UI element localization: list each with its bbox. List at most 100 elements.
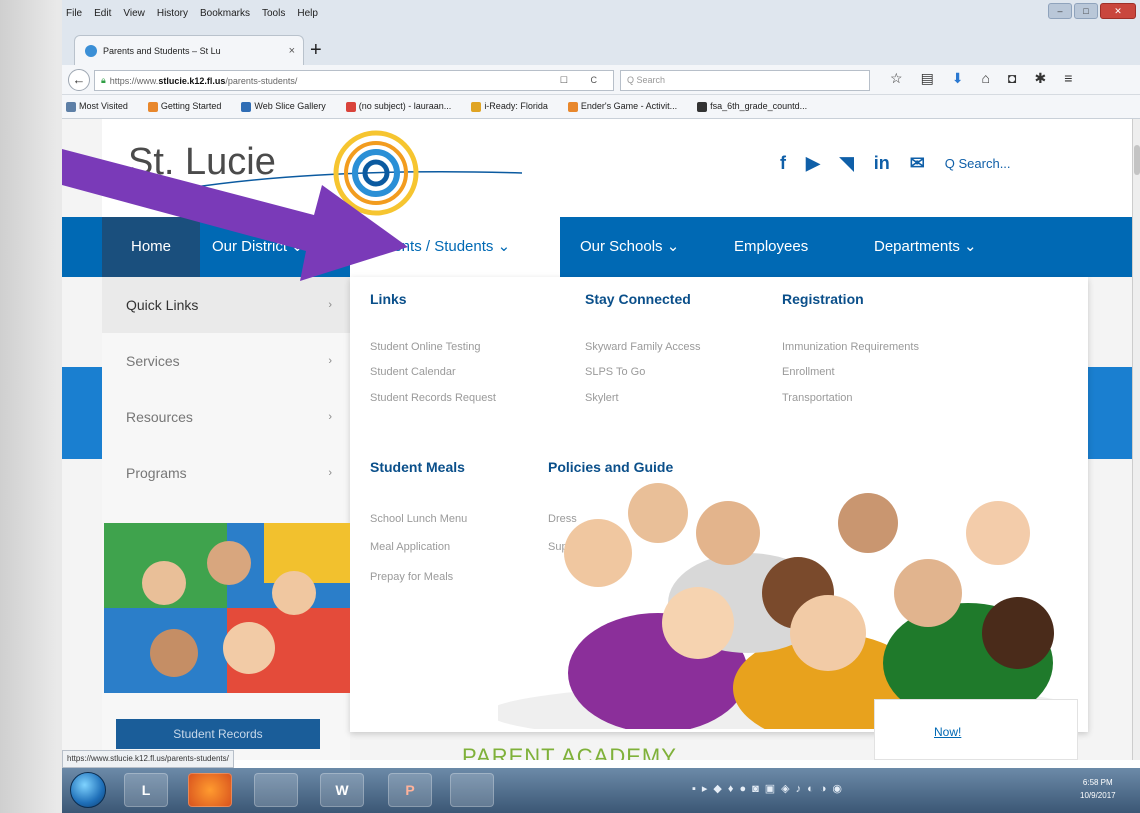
- children-circle-photo: [104, 523, 350, 693]
- now-link[interactable]: Now!: [934, 725, 961, 739]
- bookmark-label: (no subject) - lauraan...: [358, 101, 452, 112]
- bookmark-item[interactable]: fsa_6th_grade_countd...: [697, 101, 817, 112]
- bookmark-icon: [345, 101, 356, 112]
- bookmark-label: i-Ready: Florida: [484, 101, 548, 112]
- web-page: St. Lucie f ▶ ◥ in ✉ Q Search... Home Ou…: [62, 119, 1132, 760]
- lock-icon: 🔒︎: [101, 75, 106, 85]
- menu-bookmarks[interactable]: Bookmarks: [200, 8, 250, 19]
- bookmark-item[interactable]: (no subject) - lauraan...: [345, 101, 462, 112]
- firefox-taskbar-button[interactable]: [188, 773, 232, 807]
- link-slps-to-go[interactable]: SLPS To Go: [585, 366, 645, 378]
- tab-title: Parents and Students – St Lu: [103, 45, 221, 56]
- bookmark-label: fsa_6th_grade_countd...: [710, 101, 808, 112]
- bookmark-item[interactable]: i-Ready: Florida: [471, 101, 558, 112]
- rss-icon[interactable]: ◥: [840, 153, 854, 174]
- address-bar[interactable]: 🔒︎ https://www. stlucie.k12.fl.us /paren…: [94, 70, 614, 91]
- sidebar-item-services[interactable]: Services ›: [102, 333, 350, 389]
- bookmark-icon: [147, 101, 158, 112]
- explorer-taskbar-button[interactable]: [254, 773, 298, 807]
- registration-heading: Registration: [782, 291, 864, 307]
- link-enrollment[interactable]: Enrollment: [782, 366, 835, 378]
- sidebar-item-programs[interactable]: Programs ›: [102, 445, 350, 501]
- system-tray-icons[interactable]: ▪▸◆♦●◙▣◈♪◐◑◉: [692, 782, 848, 795]
- link-prepay-meals[interactable]: Prepay for Meals: [370, 571, 453, 583]
- addon-icon[interactable]: ✱: [1034, 70, 1046, 87]
- site-search-link[interactable]: Q Search...: [945, 156, 1011, 171]
- downloads-icon[interactable]: ⬇: [952, 70, 964, 87]
- back-button[interactable]: ←: [68, 69, 90, 91]
- bookmark-icon: [471, 101, 482, 112]
- menu-edit[interactable]: Edit: [94, 8, 111, 19]
- link-skyward[interactable]: Skyward Family Access: [585, 341, 701, 353]
- maximize-button[interactable]: □: [1074, 3, 1098, 19]
- bookmark-item[interactable]: Ender's Game - Activit...: [567, 101, 687, 112]
- children-photo: [498, 483, 1078, 729]
- tab-parents-students[interactable]: Parents and Students – St Lu ×: [74, 35, 304, 65]
- start-button[interactable]: [70, 772, 106, 808]
- facebook-icon[interactable]: f: [780, 153, 786, 174]
- browser-window: File Edit View History Bookmarks Tools H…: [62, 0, 1140, 813]
- library-icon[interactable]: ▤: [921, 70, 934, 87]
- paint-taskbar-button[interactable]: [450, 773, 494, 807]
- tab-strip: Parents and Students – St Lu × +: [62, 27, 1140, 65]
- student-records-button[interactable]: Student Records: [116, 719, 320, 749]
- student-meals-heading: Student Meals: [370, 459, 465, 475]
- scrollbar-thumb[interactable]: [1134, 145, 1140, 175]
- hamburger-menu-icon[interactable]: ≡: [1064, 70, 1072, 87]
- reload-icon[interactable]: ☐ C: [560, 75, 607, 86]
- bookmark-icon: [66, 101, 76, 112]
- menu-view[interactable]: View: [123, 8, 145, 19]
- nav-our-schools[interactable]: Our Schools ⌄: [580, 217, 679, 277]
- link-student-calendar[interactable]: Student Calendar: [370, 366, 456, 378]
- annotation-arrow-icon: [62, 149, 408, 281]
- bookmark-star-icon[interactable]: ☆: [890, 70, 903, 87]
- new-tab-button[interactable]: +: [310, 39, 322, 62]
- windows-taskbar: L W P ▪▸◆♦●◙▣◈♪◐◑◉ 6:58 PM 10/9/2017: [62, 768, 1140, 813]
- bookmark-label: Web Slice Gallery: [254, 101, 326, 112]
- youtube-icon[interactable]: ▶: [806, 153, 820, 174]
- chevron-right-icon: ›: [328, 411, 332, 423]
- menu-tools[interactable]: Tools: [262, 8, 285, 19]
- linkedin-icon[interactable]: in: [874, 153, 890, 174]
- bookmark-item[interactable]: Web Slice Gallery: [241, 101, 335, 112]
- sidebar-item-label: Programs: [126, 465, 187, 481]
- taskbar-clock[interactable]: 6:58 PM 10/9/2017: [1080, 776, 1116, 802]
- powerpoint-taskbar-button[interactable]: P: [388, 773, 432, 807]
- search-input[interactable]: Q Search: [620, 70, 870, 91]
- sidebar-item-resources[interactable]: Resources ›: [102, 389, 350, 445]
- link-skylert[interactable]: Skylert: [585, 392, 619, 404]
- nav-employees[interactable]: Employees: [734, 217, 808, 277]
- pocket-icon[interactable]: ◘: [1008, 70, 1016, 87]
- link-meal-application[interactable]: Meal Application: [370, 541, 450, 553]
- sidebar-item-label: Quick Links: [126, 297, 199, 313]
- link-immunization[interactable]: Immunization Requirements: [782, 341, 919, 353]
- email-icon[interactable]: ✉: [910, 153, 925, 174]
- bookmark-item[interactable]: Most Visited: [66, 101, 138, 112]
- bookmark-label: Ender's Game - Activit...: [580, 101, 678, 112]
- clock-time: 6:58 PM: [1082, 778, 1113, 787]
- minimize-button[interactable]: –: [1048, 3, 1072, 19]
- status-bar-url: https://www.stlucie.k12.fl.us/parents-st…: [62, 750, 234, 768]
- bookmark-item[interactable]: Getting Started: [147, 101, 232, 112]
- home-icon[interactable]: ⌂: [982, 70, 990, 87]
- url-prefix: https://www.: [109, 75, 159, 86]
- menu-help[interactable]: Help: [297, 8, 318, 19]
- bookmarks-toolbar: Most Visited Getting Started Web Slice Gal…: [62, 95, 1140, 119]
- stay-connected-heading: Stay Connected: [585, 291, 691, 307]
- link-transportation[interactable]: Transportation: [782, 392, 853, 404]
- tab-close-icon[interactable]: ×: [289, 45, 295, 57]
- vertical-scrollbar[interactable]: [1132, 119, 1140, 760]
- close-window-button[interactable]: ✕: [1100, 3, 1136, 19]
- menu-history[interactable]: History: [157, 8, 188, 19]
- lync-taskbar-button[interactable]: L: [124, 773, 168, 807]
- bookmark-icon: [697, 101, 708, 112]
- link-school-lunch-menu[interactable]: School Lunch Menu: [370, 513, 467, 525]
- link-student-records-request[interactable]: Student Records Request: [370, 392, 496, 404]
- news-card: [874, 699, 1078, 760]
- link-student-online-testing[interactable]: Student Online Testing: [370, 341, 480, 353]
- word-taskbar-button[interactable]: W: [320, 773, 364, 807]
- menu-file[interactable]: File: [66, 8, 82, 19]
- nav-departments[interactable]: Departments ⌄: [874, 217, 977, 277]
- chevron-right-icon: ›: [328, 467, 332, 479]
- sidebar-item-label: Services: [126, 353, 180, 369]
